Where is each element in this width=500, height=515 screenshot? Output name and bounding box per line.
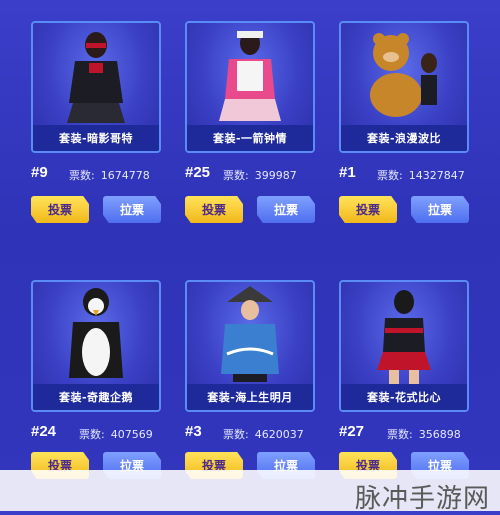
votes-value: 14327847	[408, 169, 465, 182]
outfit-name: 套装-奇趣企鹅	[33, 384, 159, 410]
outfit-portrait[interactable]: 套装-浪漫波比	[339, 21, 469, 153]
votes-value: 399987	[254, 169, 297, 182]
outfit-portrait[interactable]: 套装-暗影哥特	[31, 21, 161, 153]
votes-label: 票数:	[223, 428, 249, 441]
vote-count: 票数: 407569	[79, 426, 153, 442]
votes-label: 票数:	[69, 169, 95, 182]
outfit-portrait[interactable]: 套装-海上生明月	[185, 280, 315, 412]
watermark-text: 脉冲手游网	[354, 484, 490, 514]
outfit-name: 套装-暗影哥特	[33, 125, 159, 151]
outfit-vote-grid: 套装-暗影哥特 #9 票数: 1674778 投票 拉票 套装-一箭钟情 #25 …	[0, 0, 500, 511]
canvass-button[interactable]: 拉票	[103, 196, 161, 223]
votes-label: 票数:	[387, 428, 413, 441]
vote-button[interactable]: 投票	[185, 196, 243, 223]
rank-number: #1	[339, 164, 356, 181]
vote-count: 票数: 4620037	[223, 426, 304, 442]
votes-label: 票数:	[223, 169, 249, 182]
outfit-portrait[interactable]: 套装-奇趣企鹅	[31, 280, 161, 412]
rank-number: #9	[31, 164, 48, 181]
vote-count: 票数: 356898	[387, 426, 461, 442]
outfit-name: 套装-花式比心	[341, 384, 467, 410]
votes-label: 票数:	[377, 169, 403, 182]
outfit-portrait[interactable]: 套装-花式比心	[339, 280, 469, 412]
vote-count: 票数: 14327847	[377, 167, 465, 183]
votes-value: 4620037	[254, 428, 304, 441]
rank-number: #25	[185, 164, 211, 181]
canvass-button[interactable]: 拉票	[411, 196, 469, 223]
outfit-name: 套装-一箭钟情	[187, 125, 313, 151]
votes-value: 1674778	[100, 169, 150, 182]
rank-number: #3	[185, 423, 202, 440]
canvass-button[interactable]: 拉票	[257, 196, 315, 223]
vote-count: 票数: 1674778	[69, 167, 150, 183]
vote-count: 票数: 399987	[223, 167, 297, 183]
rank-number: #27	[339, 423, 365, 440]
votes-label: 票数:	[79, 428, 105, 441]
votes-value: 407569	[110, 428, 153, 441]
vote-button[interactable]: 投票	[31, 196, 89, 223]
outfit-name: 套装-浪漫波比	[341, 125, 467, 151]
outfit-portrait[interactable]: 套装-一箭钟情	[185, 21, 315, 153]
outfit-name: 套装-海上生明月	[187, 384, 313, 410]
votes-value: 356898	[418, 428, 461, 441]
vote-button[interactable]: 投票	[339, 196, 397, 223]
rank-number: #24	[31, 423, 57, 440]
